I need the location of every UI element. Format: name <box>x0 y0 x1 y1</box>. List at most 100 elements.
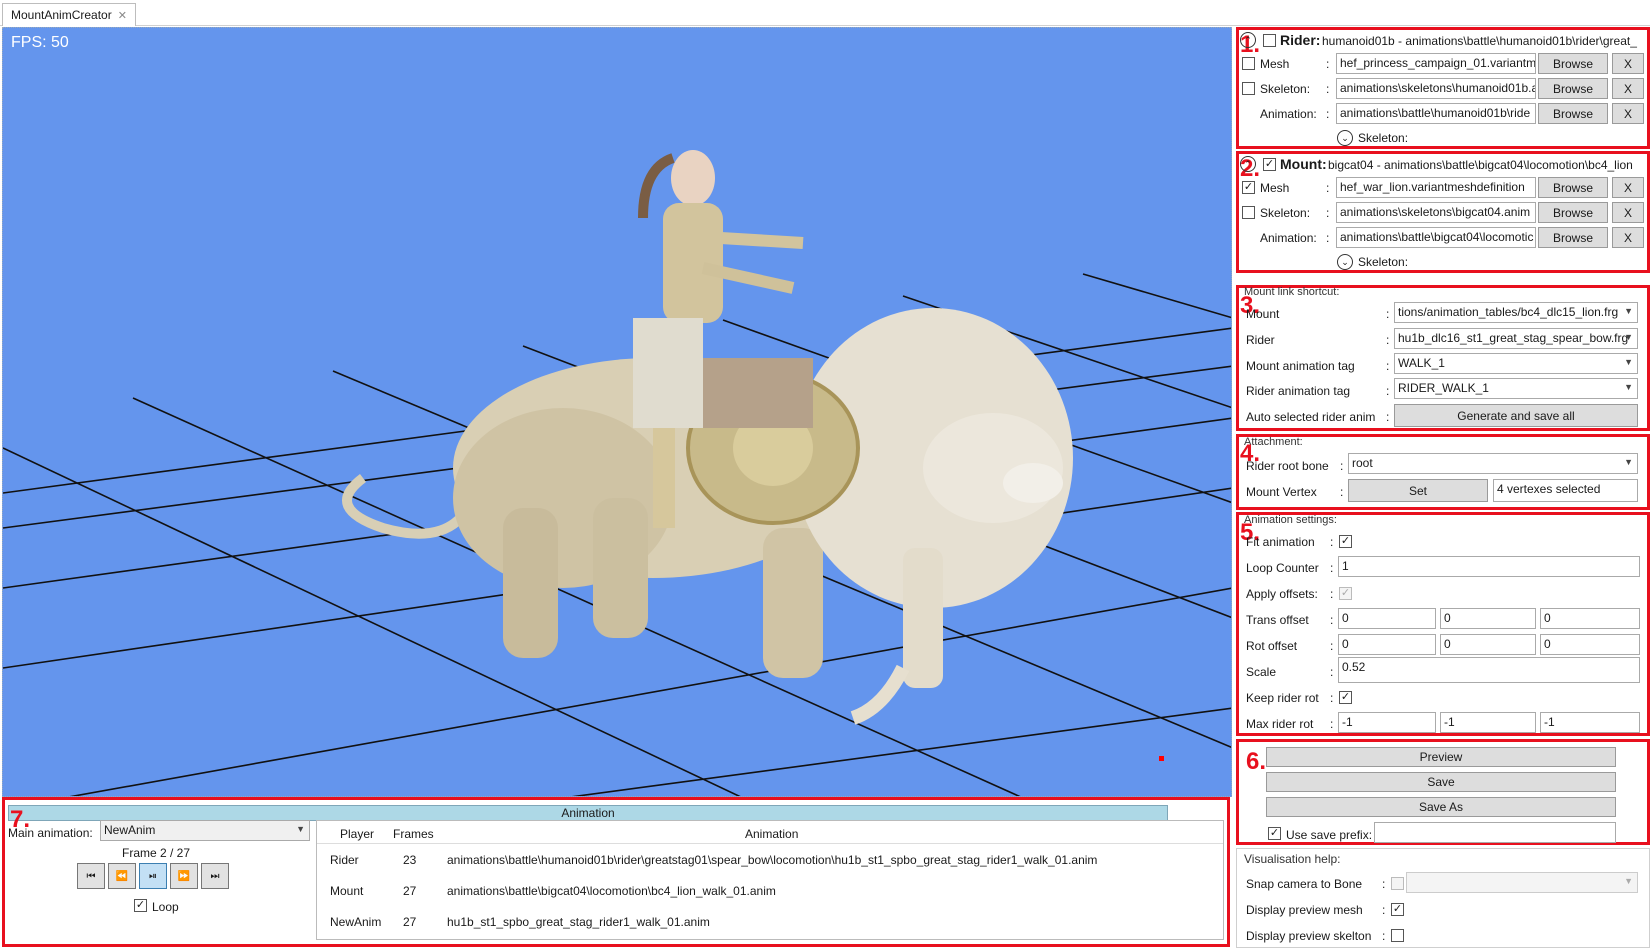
rot-offset-x-field[interactable]: 0 <box>1338 634 1436 655</box>
play-pause-button[interactable]: ⏯ <box>139 863 167 889</box>
keep-rider-rot-checkbox[interactable]: ✓ <box>1339 691 1352 704</box>
colon: : <box>1386 359 1390 373</box>
mount-skeleton-checkbox[interactable] <box>1242 206 1255 219</box>
mount-tag-select[interactable]: WALK_1 ▼ <box>1394 353 1638 374</box>
trans-offset-z-field[interactable]: 0 <box>1540 608 1640 629</box>
mount-skeleton-expand-icon[interactable]: ⌄ <box>1337 254 1353 270</box>
mount-skeleton-browse-button[interactable]: Browse <box>1538 202 1608 223</box>
colon: : <box>1330 613 1334 627</box>
rider-animation-browse-button[interactable]: Browse <box>1538 103 1608 124</box>
colon: : <box>1382 903 1386 917</box>
table-row[interactable]: NewAnim 27 hu1b_st1_spbo_great_stag_ride… <box>317 910 1223 936</box>
colon: : <box>1340 485 1344 499</box>
preview-button[interactable]: Preview <box>1266 747 1616 767</box>
row-player: Mount <box>330 884 364 898</box>
mount-mesh-browse-button[interactable]: Browse <box>1538 177 1608 198</box>
mount-tag-value: WALK_1 <box>1398 356 1445 370</box>
loop-counter-field[interactable]: 1 <box>1338 556 1640 577</box>
display-preview-skeleton-checkbox[interactable] <box>1391 929 1404 942</box>
save-button[interactable]: Save <box>1266 772 1616 792</box>
max-rider-rot-x-field[interactable]: -1 <box>1338 712 1436 733</box>
trans-offset-x-field[interactable]: 0 <box>1338 608 1436 629</box>
snap-camera-checkbox[interactable] <box>1391 877 1404 890</box>
trans-offset-y-field[interactable]: 0 <box>1440 608 1536 629</box>
rider-mesh-clear-button[interactable]: X <box>1612 53 1644 74</box>
rider-mesh-checkbox[interactable] <box>1242 57 1255 70</box>
last-frame-button[interactable]: ⏭ <box>201 863 229 889</box>
mount-mesh-label: Mesh <box>1260 181 1290 195</box>
mount-animation-field[interactable]: animations\battle\bigcat04\locomotic <box>1336 227 1536 248</box>
close-tab-icon[interactable]: ✕ <box>118 9 127 22</box>
use-save-prefix-checkbox[interactable]: ✓ <box>1268 827 1281 840</box>
fit-animation-label: Fit animation <box>1246 535 1315 549</box>
mount-skeleton-clear-button[interactable]: X <box>1612 202 1644 223</box>
next-frame-button[interactable]: ⏩ <box>170 863 198 889</box>
scale-label: Scale <box>1246 665 1277 679</box>
skip-to-end-icon: ⏭ <box>210 870 220 882</box>
main-animation-label: Main animation: <box>8 826 93 840</box>
3d-viewport[interactable]: FPS: 50 <box>2 27 1232 797</box>
rider-skeleton-field[interactable]: animations\skeletons\humanoid01b.a <box>1336 78 1536 99</box>
tab-mount-anim-creator[interactable]: MountAnimCreator ✕ <box>2 3 136 26</box>
document-tab-strip <box>0 0 1650 26</box>
rider-skeleton-checkbox[interactable] <box>1242 82 1255 95</box>
colon: : <box>1382 877 1386 891</box>
mount-animation-clear-button[interactable]: X <box>1612 227 1644 248</box>
previous-frame-button[interactable]: ⏪ <box>108 863 136 889</box>
main-animation-select[interactable]: NewAnim ▼ <box>100 820 310 841</box>
row-animation: animations\battle\humanoid01b\rider\grea… <box>447 853 1098 867</box>
rider-heading: Rider: <box>1280 32 1321 48</box>
loop-checkbox[interactable]: ✓ <box>134 899 147 912</box>
rider-animation-clear-button[interactable]: X <box>1612 103 1644 124</box>
annotation-6: 6. <box>1246 748 1267 775</box>
mount-animation-browse-button[interactable]: Browse <box>1538 227 1608 248</box>
rider-enable-checkbox[interactable] <box>1263 34 1276 47</box>
rider-skeleton-expand-icon[interactable]: ⌄ <box>1337 130 1353 146</box>
collapse-mount-icon[interactable]: ⌃ <box>1240 156 1256 172</box>
save-prefix-field[interactable] <box>1374 822 1616 843</box>
play-pause-icon: ⏯ <box>149 870 157 882</box>
mount-mesh-clear-button[interactable]: X <box>1612 177 1644 198</box>
link-mount-select[interactable]: tions/animation_tables/bc4_dlc15_lion.fr… <box>1394 302 1638 323</box>
scale-field[interactable]: 0.52 <box>1338 657 1640 683</box>
first-frame-button[interactable]: ⏮ <box>77 863 105 889</box>
rot-offset-z-field[interactable]: 0 <box>1540 634 1640 655</box>
fit-animation-checkbox[interactable]: ✓ <box>1339 535 1352 548</box>
display-preview-mesh-checkbox[interactable]: ✓ <box>1391 903 1404 916</box>
step-back-icon: ⏪ <box>115 870 129 882</box>
rider-skeleton-clear-button[interactable]: X <box>1612 78 1644 99</box>
root-bone-select[interactable]: root ▼ <box>1348 453 1638 474</box>
mount-skeleton-field[interactable]: animations\skeletons\bigcat04.anim <box>1336 202 1536 223</box>
mount-mesh-field[interactable]: hef_war_lion.variantmeshdefinition <box>1336 177 1536 198</box>
rider-tag-select[interactable]: RIDER_WALK_1 ▼ <box>1394 378 1638 399</box>
set-vertex-button[interactable]: Set <box>1348 479 1488 502</box>
collapse-rider-icon[interactable]: ⌃ <box>1240 32 1256 48</box>
rider-mesh-field[interactable]: hef_princess_campaign_01.variantmes <box>1336 53 1536 74</box>
chevron-down-icon: ▼ <box>1624 332 1633 342</box>
link-mount-value: tions/animation_tables/bc4_dlc15_lion.fr… <box>1398 305 1619 319</box>
skip-to-start-icon: ⏮ <box>86 870 96 882</box>
save-as-button[interactable]: Save As <box>1266 797 1616 817</box>
generate-and-save-all-button[interactable]: Generate and save all <box>1394 404 1638 427</box>
max-rider-rot-y-field[interactable]: -1 <box>1440 712 1536 733</box>
max-rider-rot-z-field[interactable]: -1 <box>1540 712 1640 733</box>
table-row[interactable]: Rider 23 animations\battle\humanoid01b\r… <box>317 848 1223 874</box>
rider-animation-field[interactable]: animations\battle\humanoid01b\ride <box>1336 103 1536 124</box>
rider-skeleton-browse-button[interactable]: Browse <box>1538 78 1608 99</box>
mount-mesh-checkbox[interactable]: ✓ <box>1242 181 1255 194</box>
snap-bone-select[interactable]: ▼ <box>1406 872 1638 893</box>
rot-offset-y-field[interactable]: 0 <box>1440 634 1536 655</box>
apply-offsets-checkbox[interactable]: ✓ <box>1339 587 1352 600</box>
row-frames: 27 <box>403 884 417 898</box>
rider-mesh-browse-button[interactable]: Browse <box>1538 53 1608 74</box>
fps-counter: FPS: 50 <box>11 34 69 51</box>
table-row[interactable]: Mount 27 animations\battle\bigcat04\loco… <box>317 879 1223 905</box>
mount-enable-checkbox[interactable]: ✓ <box>1263 158 1276 171</box>
link-rider-select[interactable]: hu1b_dlc16_st1_great_stag_spear_bow.frg ▼ <box>1394 328 1638 349</box>
mount-summary: bigcat04 - animations\battle\bigcat04\lo… <box>1328 158 1633 172</box>
row-animation: animations\battle\bigcat04\locomotion\bc… <box>447 884 776 898</box>
colon: : <box>1330 535 1334 549</box>
chevron-down-icon: ▼ <box>1624 876 1633 886</box>
loop-label: Loop <box>152 900 179 914</box>
colon: : <box>1386 307 1390 321</box>
